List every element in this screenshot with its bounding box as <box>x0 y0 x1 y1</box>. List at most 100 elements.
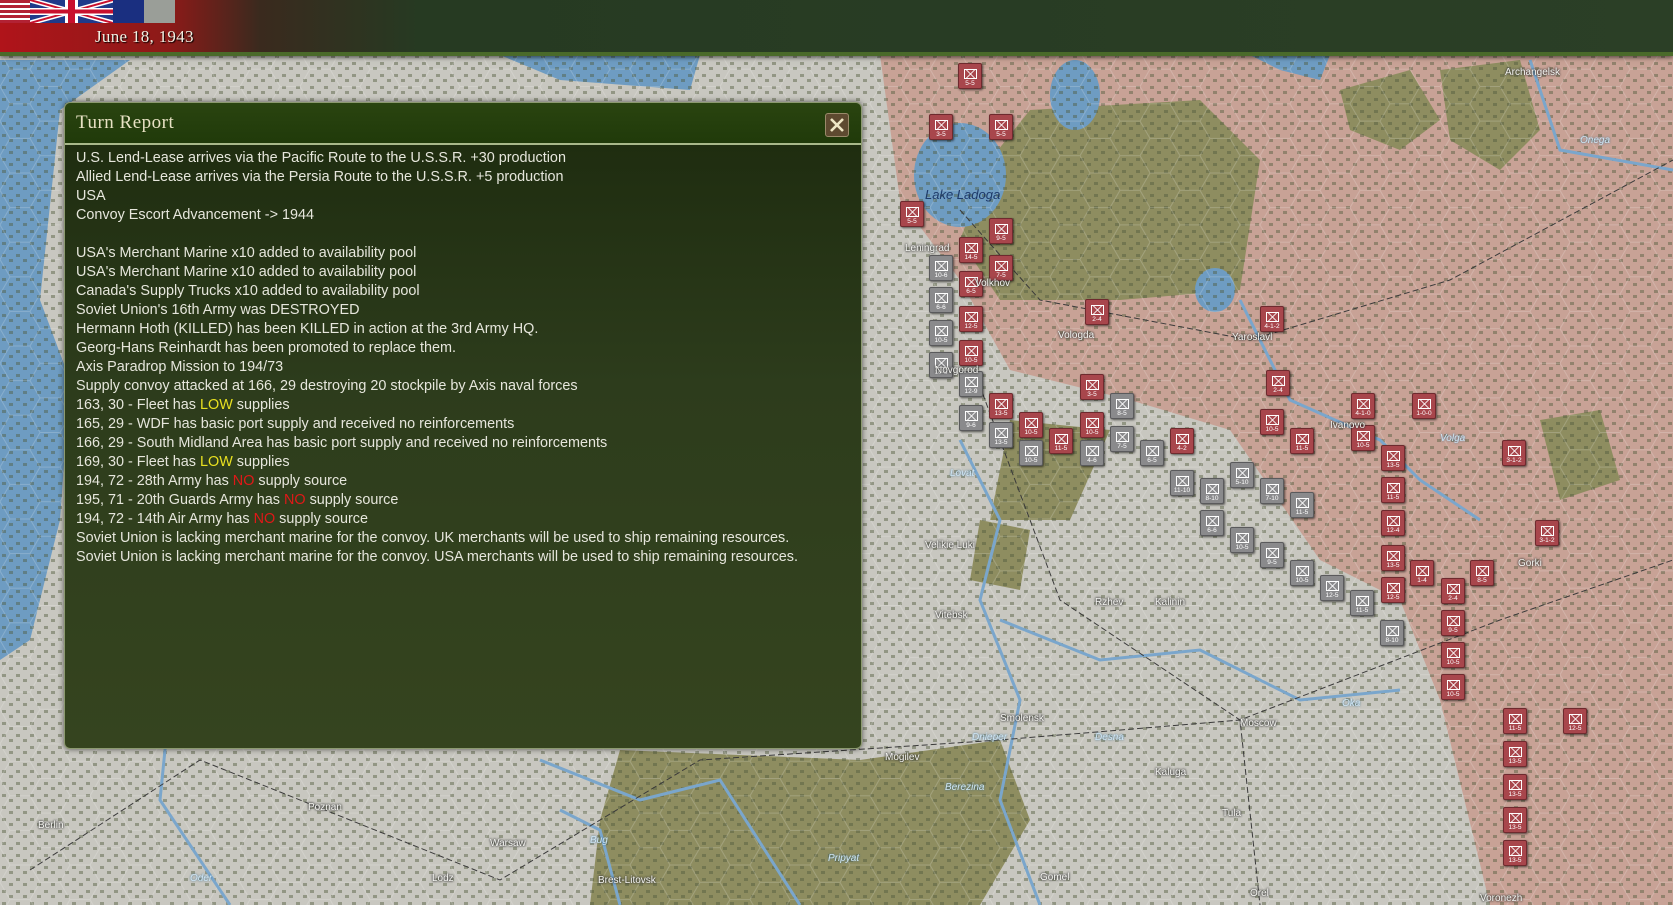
infantry-icon <box>1356 399 1370 409</box>
unit-strength: 4-1-0 <box>1355 410 1371 417</box>
infantry-icon <box>1115 432 1129 442</box>
unit-strength: 2-4 <box>1273 387 1283 394</box>
infantry-icon <box>1024 418 1038 428</box>
soviet-unit-counter[interactable]: 13-5 <box>989 393 1013 419</box>
soviet-unit-counter[interactable]: 13-5 <box>1503 840 1527 866</box>
unit-strength: 3-5 <box>1087 391 1097 398</box>
soviet-unit-counter[interactable]: 3-1-2 <box>1502 440 1526 466</box>
axis-unit-counter[interactable]: 11-10 <box>1170 470 1194 496</box>
soviet-unit-counter[interactable]: 4-1-0 <box>1351 393 1375 419</box>
unit-strength: 12-9 <box>964 388 978 395</box>
axis-unit-counter[interactable]: 8-10 <box>1200 478 1224 504</box>
soviet-unit-counter[interactable]: 3-1-2 <box>1535 520 1559 546</box>
soviet-unit-counter[interactable]: 12-5 <box>1381 577 1405 603</box>
soviet-unit-counter[interactable]: 13-5 <box>1503 774 1527 800</box>
soviet-unit-counter[interactable]: 2-4 <box>1441 578 1465 604</box>
soviet-unit-counter[interactable]: 13-5 <box>1503 741 1527 767</box>
infantry-icon <box>1085 446 1099 456</box>
axis-unit-counter[interactable]: 8-5 <box>1110 393 1134 419</box>
report-text: Hermann Hoth (KILLED) has been KILLED in… <box>76 321 539 337</box>
axis-unit-counter[interactable]: 10-5 <box>1230 527 1254 553</box>
axis-unit-counter[interactable]: 10-5 <box>1019 440 1043 466</box>
river-label: Onega <box>1580 135 1611 146</box>
soviet-unit-counter[interactable]: 9-5 <box>989 218 1013 244</box>
axis-unit-counter[interactable]: 13-5 <box>989 422 1013 448</box>
axis-unit-counter[interactable]: 4-6 <box>1080 440 1104 466</box>
soviet-unit-counter[interactable]: 3-5 <box>929 114 953 140</box>
axis-unit-counter[interactable]: 9-6 <box>959 405 983 431</box>
city-label: Gorki <box>1518 558 1542 569</box>
soviet-unit-counter[interactable]: 5-5 <box>989 114 1013 140</box>
status-no: NO <box>232 473 255 489</box>
unit-strength: 12-5 <box>964 323 978 330</box>
axis-unit-counter[interactable]: 6-6 <box>929 287 953 313</box>
soviet-unit-counter[interactable]: 10-5 <box>1080 412 1104 438</box>
soviet-unit-counter[interactable]: 11-5 <box>1049 428 1073 454</box>
report-line: Soviet Union is lacking merchant marine … <box>76 548 851 567</box>
uk-flag-icon[interactable] <box>30 0 113 23</box>
soviet-unit-counter[interactable]: 11-5 <box>1290 428 1314 454</box>
soviet-unit-counter[interactable]: 10-5 <box>1441 674 1465 700</box>
axis-unit-counter[interactable]: 11-5 <box>1290 492 1314 518</box>
unit-strength: 9-6 <box>966 422 976 429</box>
soviet-unit-counter[interactable]: 11-5 <box>1503 708 1527 734</box>
soviet-unit-counter[interactable]: 1-4 <box>1410 560 1434 586</box>
soviet-unit-counter[interactable]: 2-4 <box>1266 370 1290 396</box>
unit-strength: 10-5 <box>1085 429 1099 436</box>
soviet-unit-counter[interactable]: 9-5 <box>1441 610 1465 636</box>
river-label: Pripyat <box>828 853 860 864</box>
report-log[interactable]: U.S. Lend-Lease arrives via the Pacific … <box>65 145 861 745</box>
soviet-unit-counter[interactable]: 12-5 <box>959 306 983 332</box>
soviet-unit-counter[interactable]: 12-4 <box>1381 510 1405 536</box>
france-flag-icon[interactable] <box>113 0 175 23</box>
axis-unit-counter[interactable]: 7-10 <box>1260 478 1284 504</box>
unit-strength: 10-5 <box>1295 577 1309 584</box>
unit-strength: 11-5 <box>1386 494 1400 501</box>
axis-unit-counter[interactable]: 7-5 <box>1110 426 1134 452</box>
infantry-icon <box>964 411 978 421</box>
axis-unit-counter[interactable]: 6-5 <box>1140 440 1164 466</box>
infantry-icon <box>905 207 919 217</box>
axis-unit-counter[interactable]: 10-5 <box>929 320 953 346</box>
soviet-unit-counter[interactable]: 5-5 <box>900 201 924 227</box>
soviet-unit-counter[interactable]: 10-5 <box>959 340 983 366</box>
soviet-unit-counter[interactable]: 2-4 <box>1085 299 1109 325</box>
axis-unit-counter[interactable]: 8-10 <box>1380 620 1404 646</box>
soviet-unit-counter[interactable]: 4-1-2 <box>1260 306 1284 332</box>
soviet-unit-counter[interactable]: 14-5 <box>959 237 983 263</box>
soviet-unit-counter[interactable]: 4-2 <box>1170 428 1194 454</box>
unit-strength: 10-5 <box>964 357 978 364</box>
soviet-unit-counter[interactable]: 13-5 <box>1381 445 1405 471</box>
report-text: supplies <box>232 397 290 413</box>
unit-strength: 11-5 <box>1295 445 1309 452</box>
report-line: Hermann Hoth (KILLED) has been KILLED in… <box>76 320 851 339</box>
infantry-icon <box>1446 616 1460 626</box>
axis-unit-counter[interactable]: 12-5 <box>1320 575 1344 601</box>
axis-unit-counter[interactable]: 10-5 <box>1290 560 1314 586</box>
axis-unit-counter[interactable]: 6-6 <box>1200 510 1224 536</box>
soviet-unit-counter[interactable]: 8-5 <box>1470 560 1494 586</box>
report-line: Canada's Supply Trucks x10 added to avai… <box>76 282 851 301</box>
soviet-unit-counter[interactable]: 3-5 <box>1080 374 1104 400</box>
usa-flag-icon[interactable] <box>0 0 30 23</box>
city-label: Volkhov <box>975 278 1011 289</box>
soviet-unit-counter[interactable]: 5-5 <box>958 63 982 89</box>
axis-unit-counter[interactable]: 9-5 <box>1260 542 1284 568</box>
soviet-unit-counter[interactable]: 1-0-0 <box>1412 393 1436 419</box>
axis-unit-counter[interactable]: 11-5 <box>1350 590 1374 616</box>
axis-unit-counter[interactable]: 5-10 <box>1230 462 1254 488</box>
soviet-unit-counter[interactable]: 13-5 <box>1381 545 1405 571</box>
soviet-unit-counter[interactable]: 10-5 <box>1441 642 1465 668</box>
soviet-unit-counter[interactable]: 10-5 <box>1019 412 1043 438</box>
unit-strength: 1-0-0 <box>1416 410 1432 417</box>
soviet-unit-counter[interactable]: 13-5 <box>1503 807 1527 833</box>
unit-strength: 13-5 <box>1508 824 1522 831</box>
soviet-unit-counter[interactable]: 12-5 <box>1563 708 1587 734</box>
unit-strength: 1-4 <box>1417 577 1427 584</box>
infantry-icon <box>994 399 1008 409</box>
soviet-unit-counter[interactable]: 11-5 <box>1381 477 1405 503</box>
axis-unit-counter[interactable]: 10-6 <box>929 255 953 281</box>
soviet-unit-counter[interactable]: 10-5 <box>1260 409 1284 435</box>
report-text: Allied Lend-Lease arrives via the Persia… <box>76 169 564 185</box>
close-button[interactable] <box>825 113 849 137</box>
